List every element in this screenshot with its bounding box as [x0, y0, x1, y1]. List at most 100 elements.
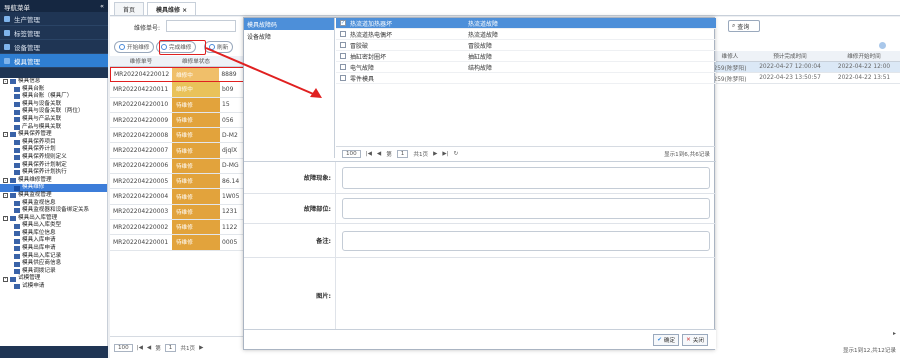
collapse-toggle-icon[interactable]: - — [3, 79, 8, 85]
table-row[interactable]: MR202204220009 待维修 056 — [110, 112, 244, 129]
form-row-symptom: 故障现象: — [244, 162, 716, 194]
device-icon — [4, 43, 10, 50]
table-row[interactable]: MR202204220005 待维修 86.14 — [110, 174, 244, 190]
table-row[interactable]: MR202204220002 待维修 1122 — [110, 219, 244, 236]
tree-item[interactable]: 模具入库申请 — [0, 237, 107, 245]
checkbox[interactable] — [340, 64, 346, 70]
tab-mold-repair[interactable]: 模具维修 × — [147, 2, 197, 15]
page-total: 共1页 — [180, 345, 196, 352]
field-label: 故障现象: — [244, 162, 336, 193]
tree-folder[interactable]: - 模具保养管理 — [0, 131, 107, 139]
remark-input[interactable] — [342, 230, 710, 251]
nav-item-production[interactable]: 生产管理 — [0, 12, 108, 26]
start-repair-button[interactable]: 开始维修 — [114, 41, 155, 53]
next-page-button[interactable]: ▶ — [199, 345, 203, 351]
table-row[interactable]: 259(陈梦阳) 2022-04-27 12:00:04 2022-04-22 … — [708, 62, 900, 73]
table-row[interactable]: MR202204220001 待维修 0005 — [110, 235, 244, 251]
gear-icon — [4, 15, 10, 22]
refresh-icon[interactable]: ↻ — [454, 151, 459, 157]
tree-item[interactable]: 模具维修 — [0, 184, 107, 192]
next-page-button[interactable]: ▶ — [433, 151, 437, 157]
cell-extra: 1W05 — [222, 193, 240, 201]
collapse-toggle-icon[interactable]: - — [3, 193, 8, 199]
table-row[interactable]: MR202204220007 待维修 djqlX — [110, 143, 244, 159]
prev-page-button[interactable]: ◀ — [147, 345, 151, 351]
table-row[interactable]: MR202204220006 待维修 D-MG — [110, 158, 244, 175]
table-row[interactable]: MR202204220011 维修中 b09 — [110, 82, 244, 98]
collapse-toggle-icon[interactable]: - — [3, 276, 8, 282]
tree-item[interactable]: 模具台账（模具厂） — [0, 93, 107, 101]
tree-item[interactable]: 模具出入库类型 — [0, 222, 107, 230]
checkbox[interactable]: ✓ — [340, 20, 346, 26]
table-row[interactable]: MR202204220004 待维修 1W05 — [110, 189, 244, 205]
tree-item[interactable]: 模具与产品关联 — [0, 116, 107, 124]
checkbox[interactable] — [340, 53, 346, 59]
scroll-right-arrow[interactable]: ▸ — [893, 330, 896, 337]
tree-item[interactable]: 模具保养规则定义 — [0, 154, 107, 162]
table-row[interactable]: MR202204220003 待维修 1231 — [110, 204, 244, 220]
tree-item[interactable]: 模具监视器和设备绑定关系 — [0, 207, 107, 215]
tree-item[interactable]: 模具保养计划执行 — [0, 169, 107, 177]
first-page-button[interactable]: |◀ — [137, 345, 143, 351]
fault-list-item[interactable]: ✓ 热流道加热器坏 热流道故障 — [336, 18, 716, 29]
checkbox[interactable] — [340, 75, 346, 81]
cell-status: 待维修 — [172, 158, 220, 174]
page-icon — [14, 246, 20, 252]
repair-no-input[interactable] — [166, 20, 236, 32]
nav-item-mold[interactable]: 模具管理 — [0, 54, 108, 68]
fault-list-item[interactable]: 零件模具 — [336, 73, 716, 84]
tree-item[interactable]: 模具出库申请 — [0, 245, 107, 253]
tree-item[interactable]: 模具保养计划制定 — [0, 162, 107, 170]
right-grid-header: 维修人 预计完成时间 维修开始时间 — [708, 51, 900, 62]
category-item[interactable]: 模具故障码 — [244, 18, 334, 30]
settings-icon[interactable] — [879, 42, 886, 49]
tree-item[interactable]: 模具调拨记录 — [0, 268, 107, 276]
collapse-toggle-icon[interactable]: - — [3, 215, 8, 221]
refresh-button[interactable]: 刷新 — [204, 41, 234, 53]
tree-item[interactable]: 模具监视信息 — [0, 200, 107, 208]
tree-item-label: 模具监视器和设备绑定关系 — [22, 207, 90, 214]
search-button[interactable]: ⌕ 查询 — [728, 20, 760, 32]
nav-item-equipment[interactable]: 设备管理 — [0, 40, 108, 54]
right-pager-info: 显示1到12,共12记录 — [842, 348, 896, 354]
checkbox[interactable] — [340, 42, 346, 48]
tree-item[interactable]: 模具供应商信息 — [0, 260, 107, 268]
dialog-footer: ✔ 确定 ✕ 关闭 — [244, 329, 716, 349]
table-row[interactable]: 259(陈梦阳) 2022-04-23 13:50:57 2022-04-22 … — [708, 73, 900, 84]
collapse-toggle-icon[interactable]: - — [3, 132, 8, 138]
collapse-icon[interactable]: « — [100, 2, 104, 10]
first-page-button[interactable]: |◀ — [366, 151, 372, 157]
fault-list-item[interactable]: 冒胶破 冒胶故障 — [336, 40, 716, 51]
tree-item[interactable]: 试模申请 — [0, 283, 107, 291]
confirm-button[interactable]: ✔ 确定 — [653, 333, 680, 346]
table-row[interactable]: MR202204220012 维修中 8889 — [110, 67, 244, 83]
category-item[interactable]: 设备故障 — [244, 30, 334, 42]
nav-item-label: 模具管理 — [14, 57, 40, 66]
fault-list-item[interactable]: 抽缸密封圈坏 抽缸故障 — [336, 51, 716, 62]
fault-list-item[interactable]: 电气故障 结构故障 — [336, 62, 716, 73]
tree-item[interactable]: 产品与模具关联 — [0, 124, 107, 132]
location-input[interactable] — [342, 198, 710, 219]
prev-page-button[interactable]: ◀ — [377, 151, 381, 157]
tree-folder[interactable]: - 试模管理 — [0, 275, 107, 283]
tree-item[interactable]: 模具与设备关联（两位） — [0, 108, 107, 116]
fault-list-item[interactable]: 热流道热电偶坏 热流道故障 — [336, 29, 716, 40]
page-input[interactable]: 1 — [164, 343, 177, 352]
page-size-select[interactable]: 100 — [342, 149, 361, 158]
symptom-input[interactable] — [342, 166, 710, 189]
tree-folder[interactable]: - 模具维修管理 — [0, 177, 107, 185]
tree-item[interactable]: 模具保养计划 — [0, 146, 107, 154]
collapse-toggle-icon[interactable]: - — [3, 178, 8, 184]
table-row[interactable]: MR202204220010 待维修 15 — [110, 97, 244, 113]
tree-folder[interactable]: - 模具监视管理 — [0, 192, 107, 200]
last-page-button[interactable]: ▶| — [442, 151, 448, 157]
checkbox[interactable] — [340, 31, 346, 37]
page-input[interactable]: 1 — [396, 149, 409, 158]
table-row[interactable]: MR202204220008 待维修 D-M2 — [110, 128, 244, 144]
close-icon[interactable]: × — [182, 7, 187, 14]
close-button[interactable]: ✕ 关闭 — [682, 333, 708, 346]
tree-folder[interactable]: - 模具信息 — [0, 78, 107, 86]
tab-home[interactable]: 首页 — [114, 2, 145, 15]
nav-item-labels[interactable]: 标签管理 — [0, 26, 108, 40]
page-size-select[interactable]: 100 — [114, 343, 133, 352]
